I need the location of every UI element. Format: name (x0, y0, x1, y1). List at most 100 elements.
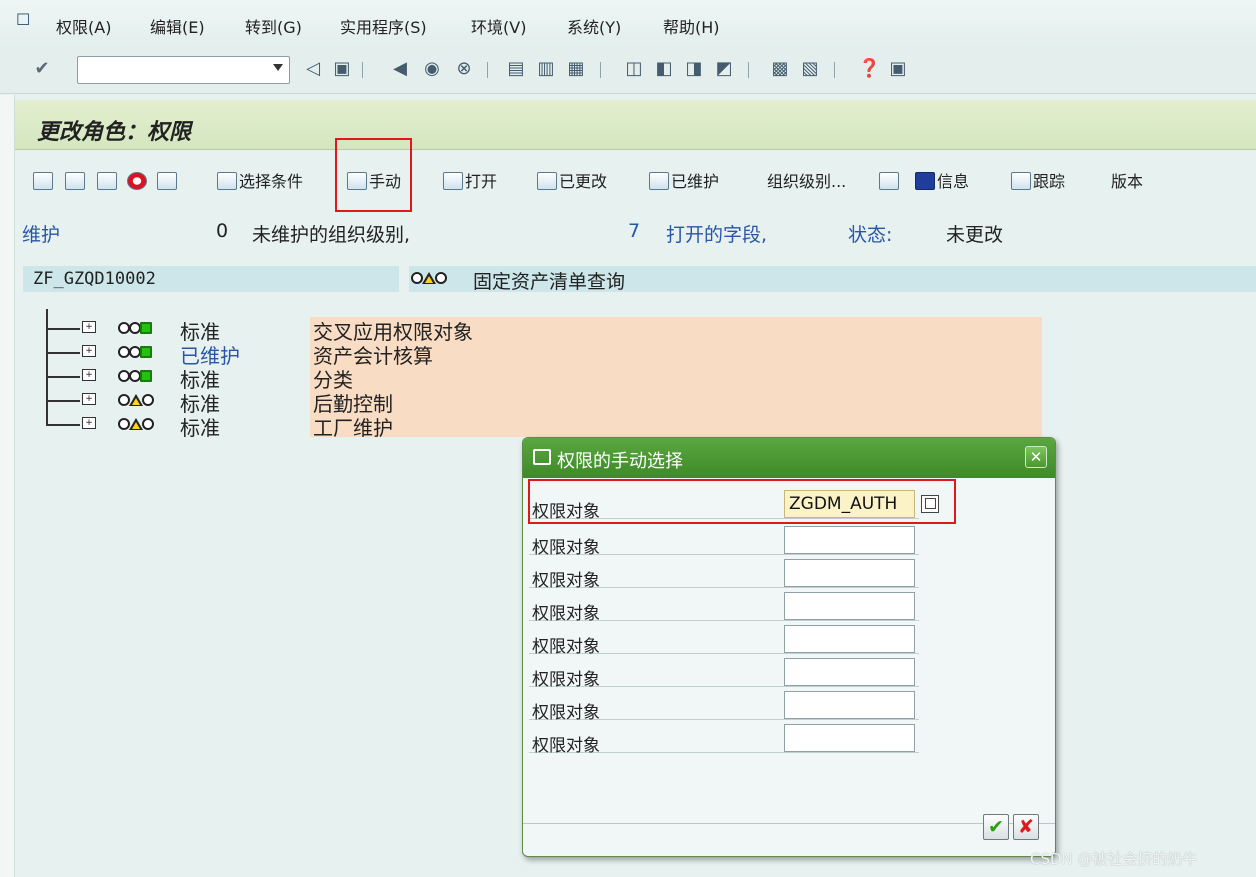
role-header[interactable]: ZF_GZQD10002 固定资产清单查询 (23, 266, 1256, 293)
layout-menu-icon[interactable]: ▣ (888, 58, 908, 80)
save-icon[interactable]: ▣ (332, 58, 352, 80)
menu-item-environment[interactable]: 环境(V) (471, 14, 526, 38)
auth-object-row: 权限对象 (529, 588, 919, 624)
folder-icon[interactable]: + (82, 393, 96, 405)
left-border (0, 95, 15, 877)
tree-line (46, 309, 48, 329)
folder-icon[interactable]: + (82, 369, 96, 381)
table-button[interactable] (879, 170, 901, 194)
traffic-light-green-icon (118, 346, 152, 365)
open-label: 打开 (465, 172, 498, 191)
expand-all-button[interactable] (33, 170, 55, 194)
info-icon (915, 172, 935, 190)
menu-item-system[interactable]: 系统(Y) (567, 14, 621, 38)
help-icon[interactable]: ❓ (858, 58, 880, 80)
org-levels-button[interactable]: 组织级别... (767, 170, 846, 194)
first-page-icon[interactable]: ◫ (624, 58, 644, 80)
highlight-manual-button (335, 138, 412, 212)
auth-object-row: 权限对象 (529, 720, 919, 756)
print-icon[interactable]: ▤ (506, 58, 526, 80)
confirm-check-icon[interactable]: ✔ (983, 814, 1009, 840)
dropdown-arrow-icon[interactable] (273, 64, 283, 71)
back-icon[interactable]: ◀ (390, 58, 410, 80)
cancel-icon[interactable]: ⊗ (454, 58, 474, 80)
open-button[interactable]: 打开 (443, 170, 497, 194)
folder-icon[interactable]: + (82, 417, 96, 429)
trace-label: 跟踪 (1033, 172, 1066, 191)
next-page-icon[interactable]: ◨ (684, 58, 704, 80)
last-page-icon[interactable]: ◩ (714, 58, 734, 80)
highlight-auth-object-row (528, 479, 956, 524)
auth-object-input[interactable] (784, 658, 915, 686)
delete-button[interactable] (157, 170, 179, 194)
collapse-arrow-icon[interactable]: ◁ (303, 58, 323, 80)
tree-line (46, 329, 48, 353)
folder-icon[interactable]: + (82, 321, 96, 333)
changed-icon (537, 172, 557, 190)
generate-button[interactable] (127, 170, 149, 194)
collapse-all-button[interactable] (65, 170, 87, 194)
footer-divider (523, 798, 1055, 824)
tree-line (46, 352, 80, 354)
trace-button[interactable]: 跟踪 (1011, 170, 1065, 194)
role-header-gap (399, 266, 409, 292)
node-status: 标准 (180, 416, 220, 440)
auth-object-input[interactable] (784, 625, 915, 653)
tree-node[interactable]: + 标准 后勤控制 (0, 377, 1256, 416)
find-icon[interactable]: ▥ (536, 58, 556, 80)
role-description: 固定资产清单查询 (473, 271, 626, 293)
maintained-icon (649, 172, 669, 190)
node-description: 工厂维护 (313, 416, 393, 440)
create-session-icon[interactable]: ▩ (770, 58, 790, 80)
version-button[interactable]: 版本 (1111, 170, 1143, 194)
menu-item-help[interactable]: 帮助(H) (663, 14, 720, 38)
select-criteria-button[interactable]: 选择条件 (217, 170, 303, 194)
unmaintained-text: 未维护的组织级别, (252, 224, 411, 246)
menu-item-edit[interactable]: 编辑(E) (150, 14, 205, 38)
trace-icon (1011, 172, 1031, 190)
auth-object-input[interactable] (784, 526, 915, 554)
application-toolbar: 选择条件 手动 打开 已更改 已维护 组织级别... 信息 跟踪 版本 (15, 150, 1256, 200)
info-button[interactable]: 信息 (915, 170, 969, 194)
cancel-x-icon[interactable]: ✘ (1013, 814, 1039, 840)
shortcut-icon[interactable]: ▧ (800, 58, 820, 80)
page-title: 更改角色：权限 (37, 119, 192, 145)
exit-icon[interactable]: ◉ (422, 58, 442, 80)
save-as-template-button[interactable] (97, 170, 119, 194)
auth-object-input[interactable] (784, 559, 915, 587)
dialog-window-icon (533, 449, 551, 465)
tree-node[interactable]: + 标准 工厂维护 (0, 401, 1256, 440)
menu-icon[interactable]: ☐ (16, 10, 36, 29)
dialog-title-bar[interactable]: 权限的手动选择 ✕ (523, 438, 1055, 478)
tree-node[interactable]: + 标准 分类 (0, 353, 1256, 392)
tree-line (46, 353, 48, 377)
auth-object-input[interactable] (784, 592, 915, 620)
enter-check-icon[interactable]: ✔ (32, 58, 52, 80)
folder-icon[interactable]: + (82, 345, 96, 357)
previous-page-icon[interactable]: ◧ (654, 58, 674, 80)
auth-object-input[interactable] (784, 691, 915, 719)
tree-line (46, 401, 48, 425)
maintained-button[interactable]: 已维护 (649, 170, 719, 194)
auth-object-input[interactable] (784, 724, 915, 752)
open-fields-count: 7 (628, 220, 641, 242)
changed-button[interactable]: 已更改 (537, 170, 607, 194)
tree-line (46, 424, 80, 426)
node-description-bg (310, 413, 1042, 437)
toolbar-separator (834, 62, 835, 78)
toolbar-separator (362, 62, 363, 78)
menu-item-goto[interactable]: 转到(G) (245, 14, 302, 38)
tree-line (46, 376, 80, 378)
command-field[interactable] (77, 56, 290, 84)
close-icon[interactable]: ✕ (1025, 446, 1047, 468)
tree-node[interactable]: + 已维护 资产会计核算 (0, 329, 1256, 368)
menu-item-utilities[interactable]: 实用程序(S) (340, 14, 427, 38)
tree-node[interactable]: + 标准 交叉应用权限对象 (0, 309, 1256, 344)
info-label: 信息 (937, 172, 970, 191)
status-value: 未更改 (946, 224, 1004, 246)
auth-object-row: 权限对象 (529, 654, 919, 690)
menu-item-authorization[interactable]: 权限(A) (56, 14, 111, 38)
auth-object-row: 权限对象 (529, 522, 919, 558)
find-next-icon[interactable]: ▦ (566, 58, 586, 80)
tree-line (46, 400, 80, 402)
